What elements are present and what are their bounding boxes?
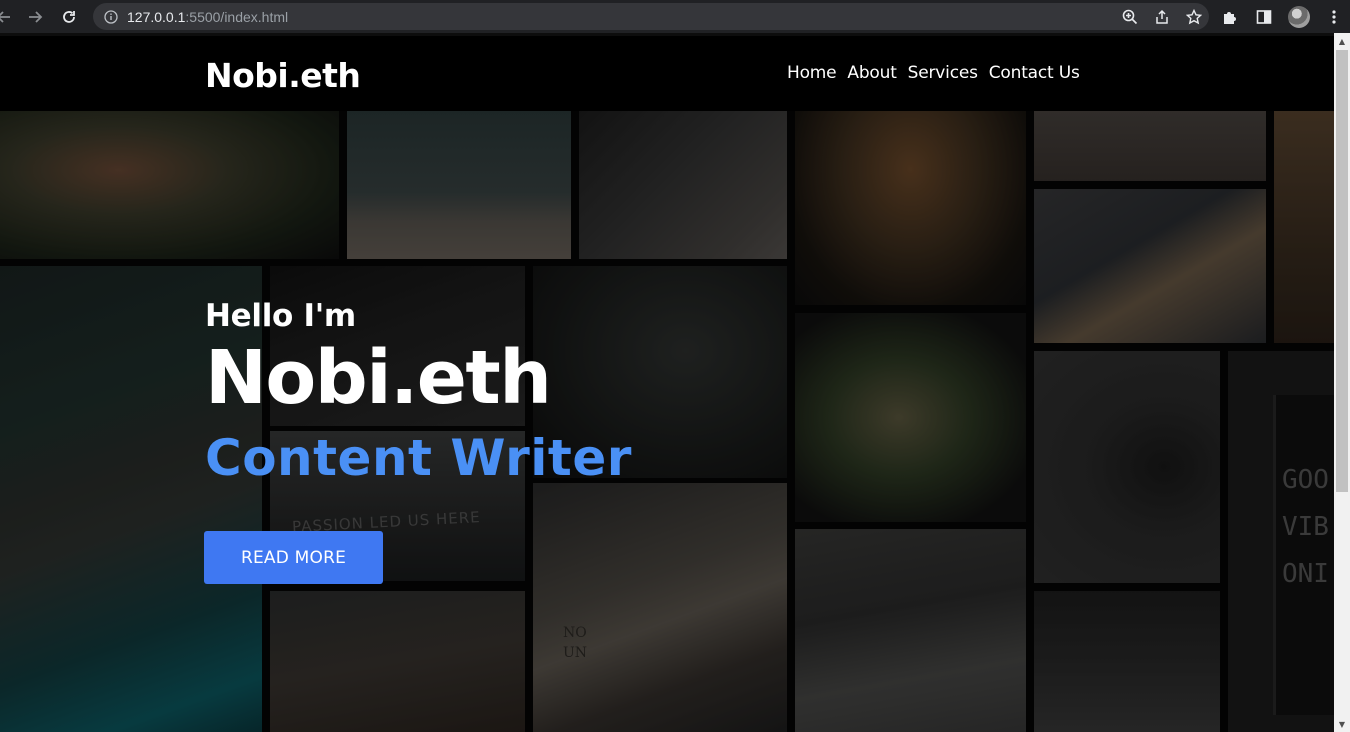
browser-toolbar: 127.0.0.1:5500/index.html: [0, 0, 1350, 33]
site-header: Nobi.eth Home About Services Contact Us: [0, 36, 1334, 111]
site-logo[interactable]: Nobi.eth: [205, 56, 361, 95]
reload-icon[interactable]: [54, 2, 84, 32]
read-more-button[interactable]: READ MORE: [204, 531, 383, 584]
nav-link-about[interactable]: About: [847, 63, 896, 83]
profile-avatar[interactable]: [1288, 5, 1310, 28]
hero-greeting: Hello I'm: [205, 298, 356, 334]
hero-text: Hello I'm Nobi.eth Content Writer: [205, 298, 632, 488]
address-bar[interactable]: 127.0.0.1:5500/index.html: [93, 3, 1209, 30]
url-text: 127.0.0.1:5500/index.html: [127, 8, 289, 25]
collage-dark-overlay: [0, 111, 1334, 732]
side-panel-icon[interactable]: [1254, 7, 1274, 27]
scroll-up-arrow-icon[interactable]: ▲: [1334, 33, 1350, 49]
back-arrow-icon[interactable]: [0, 2, 16, 32]
forward-arrow-icon[interactable]: [20, 2, 50, 32]
info-icon[interactable]: [103, 9, 119, 25]
hero-photo-collage: PASSION LED US HERE NO UN GOO VIB ONI: [0, 111, 1334, 732]
star-icon[interactable]: [1185, 8, 1203, 26]
main-nav: Home About Services Contact Us: [787, 63, 1080, 83]
zoom-icon[interactable]: [1121, 8, 1139, 26]
nav-link-services[interactable]: Services: [908, 63, 978, 83]
scrollbar-thumb[interactable]: [1336, 50, 1348, 492]
scroll-down-arrow-icon[interactable]: ▼: [1334, 716, 1350, 732]
nav-link-home[interactable]: Home: [787, 63, 837, 83]
hero-role: Content Writer: [205, 429, 632, 487]
nav-link-contact[interactable]: Contact Us: [989, 63, 1080, 83]
kebab-menu-icon[interactable]: [1324, 7, 1344, 27]
puzzle-icon[interactable]: [1220, 7, 1240, 27]
hero-name: Nobi.eth: [205, 335, 552, 421]
share-icon[interactable]: [1153, 8, 1171, 26]
page-viewport: Nobi.eth Home About Services Contact Us …: [0, 33, 1334, 732]
page-scrollbar[interactable]: ▲ ▼: [1334, 33, 1350, 732]
